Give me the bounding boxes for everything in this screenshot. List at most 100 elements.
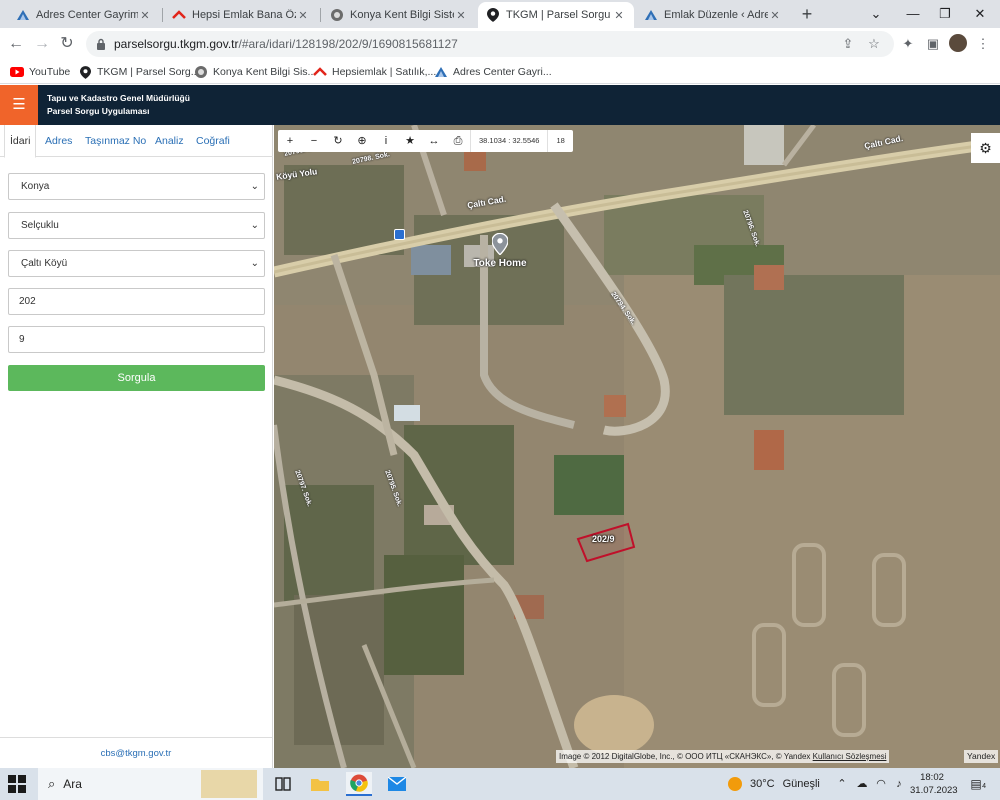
poi-marker[interactable]: Toke Home [470,232,530,269]
chrome-icon[interactable] [346,772,372,796]
extensions-icon[interactable]: ✦ [900,36,916,52]
tab-title: Konya Kent Bilgi Sistemi [350,9,454,21]
network-icon[interactable]: ☁ [854,776,870,792]
tab-title: Hepsi Emlak Bana Özel [192,9,296,21]
forward-button[interactable]: → [32,34,52,54]
bookmark-tkgm[interactable]: TKGM | Parsel Sorg... [78,64,200,80]
star-icon[interactable]: ★ [398,130,422,152]
side-panel-icon[interactable]: ▣ [925,36,941,52]
volume-icon[interactable]: ♪ [891,776,907,792]
search-highlight-icon [201,770,257,798]
bookmark-label: TKGM | Parsel Sorg... [97,66,200,78]
bookmark-konya-kent[interactable]: Konya Kent Bilgi Sis... [194,64,316,80]
zoom-level: 18 [547,130,572,152]
satellite-map[interactable]: Çaltı Cad. Çaltı Cad. Köyü Yolu 20798. S… [274,125,1000,768]
chevron-down-icon: ⌄ [250,181,259,192]
zoom-in-icon[interactable]: + [278,130,302,152]
bookmark-star-icon[interactable]: ☆ [866,36,882,52]
tab-adres[interactable]: Adres [45,125,72,157]
contact-email-link[interactable]: cbs@tkgm.gov.tr [0,737,272,768]
minimize-button[interactable]: — [903,4,923,24]
close-tab-icon[interactable]: ✕ [454,9,468,22]
tab-separator [162,8,163,22]
tab-tkgm-active[interactable]: TKGM | Parsel Sorgu Uygul ✕ [478,2,634,28]
close-tab-icon[interactable]: ✕ [768,9,782,22]
poi-label: Toke Home [473,258,527,269]
konya-kent-icon [194,65,208,79]
share-icon[interactable]: ⇪ [840,36,856,52]
task-view-icon[interactable] [270,772,296,796]
back-button[interactable]: ← [6,34,26,54]
bus-stop-icon[interactable] [394,229,405,240]
query-sidebar: İdari Adres Taşınmaz No Analiz Coğrafi K… [0,125,273,768]
bookmark-label: Adres Center Gayri... [453,66,552,78]
chevron-up-icon[interactable]: ⌃ [834,776,850,792]
tab-search-chevron-icon[interactable]: ⌄ [866,4,886,24]
windows-taskbar: ⌕ Ara 30°C Güneşli ⌃ ☁ ◠ ♪ 18:02 31.07.2… [0,768,1000,800]
new-tab-button[interactable]: + [797,4,817,24]
parsel-input[interactable]: 9 [8,326,265,353]
search-placeholder: Ara [63,777,82,791]
zoom-out-icon[interactable]: − [302,130,326,152]
ilce-select[interactable]: Selçuklu ⌄ [8,212,265,239]
bookmark-adres-center[interactable]: Adres Center Gayri... [434,64,552,80]
info-icon[interactable]: i [374,130,398,152]
browser-tab-strip: Adres Center Gayrimenkul ✕ Hepsi Emlak B… [0,0,1000,28]
menu-kebab-icon[interactable]: ⋮ [975,36,991,52]
address-bar[interactable]: parselsorgu.tkgm.gov.tr/#ara/idari/12819… [86,31,894,57]
app-title: Tapu ve Kadastro Genel Müdürlüğü Parsel … [47,92,190,118]
locate-icon[interactable]: ⊕ [350,130,374,152]
restore-button[interactable]: ❐ [935,4,955,24]
hepsiemlak-icon [172,8,186,22]
tab-separator [320,8,321,22]
clock-date: 31.07.2023 [910,785,958,796]
refresh-icon[interactable]: ↻ [326,130,350,152]
tab-idari[interactable]: İdari [4,125,37,158]
mahalle-select[interactable]: Çaltı Köyü ⌄ [8,250,265,277]
tab-konya-kent[interactable]: Konya Kent Bilgi Sistemi ✕ [322,2,476,28]
ada-input[interactable]: 202 [8,288,265,315]
sorgula-button[interactable]: Sorgula [8,365,265,391]
close-window-button[interactable]: ✕ [970,4,990,24]
tab-adres-center[interactable]: Adres Center Gayrimenkul ✕ [8,2,160,28]
taskbar-search[interactable]: ⌕ Ara [38,768,263,800]
wifi-icon[interactable]: ◠ [873,776,889,792]
print-icon[interactable]: ⎙ [446,130,470,152]
file-explorer-icon[interactable] [307,772,333,796]
bookmarks-bar: YouTube TKGM | Parsel Sorg... Konya Kent… [0,60,1000,84]
ilce-value: Selçuklu [21,220,59,231]
mail-icon[interactable] [384,772,410,796]
tab-tasinmaz-no[interactable]: Taşınmaz No [85,125,146,157]
bookmark-hepsiemlak[interactable]: Hepsiemlak | Satılık,... [313,64,436,80]
app-title-line1: Tapu ve Kadastro Genel Müdürlüğü [47,93,190,103]
provider-logo[interactable]: Yandex [964,750,999,763]
app-header: ☰ Tapu ve Kadastro Genel Müdürlüğü Parse… [0,85,1000,125]
profile-avatar[interactable] [949,34,967,52]
coordinate-readout: 38.1034 : 32.5546 [470,130,547,152]
tab-title: TKGM | Parsel Sorgu Uygul [506,9,612,21]
bookmark-label: Konya Kent Bilgi Sis... [213,66,317,78]
notification-icon[interactable]: ▤ 4 [968,776,986,792]
reload-button[interactable]: ↻ [57,34,77,54]
tab-title: Adres Center Gayrimenkul [36,9,138,21]
clock-time: 18:02 [920,772,944,783]
gear-icon[interactable]: ⚙ [971,133,1000,163]
query-tabs: İdari Adres Taşınmaz No Analiz Coğrafi [0,125,273,158]
bookmark-youtube[interactable]: YouTube [10,64,70,80]
windows-start-icon[interactable] [8,775,26,793]
chevron-down-icon: ⌄ [250,220,259,231]
tab-cografi[interactable]: Coğrafi [196,125,230,157]
close-tab-icon[interactable]: ✕ [138,9,152,22]
close-tab-icon[interactable]: ✕ [296,9,310,22]
close-tab-icon[interactable]: ✕ [612,9,626,22]
tab-hepsiemlak[interactable]: Hepsi Emlak Bana Özel ✕ [164,2,318,28]
tab-analiz[interactable]: Analiz [155,125,184,157]
weather-widget[interactable]: 30°C Güneşli [728,768,820,800]
measure-icon[interactable]: ↔ [422,130,446,152]
clock[interactable]: 18:02 31.07.2023 [910,771,958,797]
tab-emlak-duzenle[interactable]: Emlak Düzenle ‹ Adres Ce ✕ [636,2,790,28]
il-select[interactable]: Konya ⌄ [8,173,265,200]
hamburger-menu-button[interactable]: ☰ [0,85,38,125]
notification-count: 4 [982,783,986,790]
user-agreement-link[interactable]: Kullanıcı Sözleşmesi [813,752,887,761]
